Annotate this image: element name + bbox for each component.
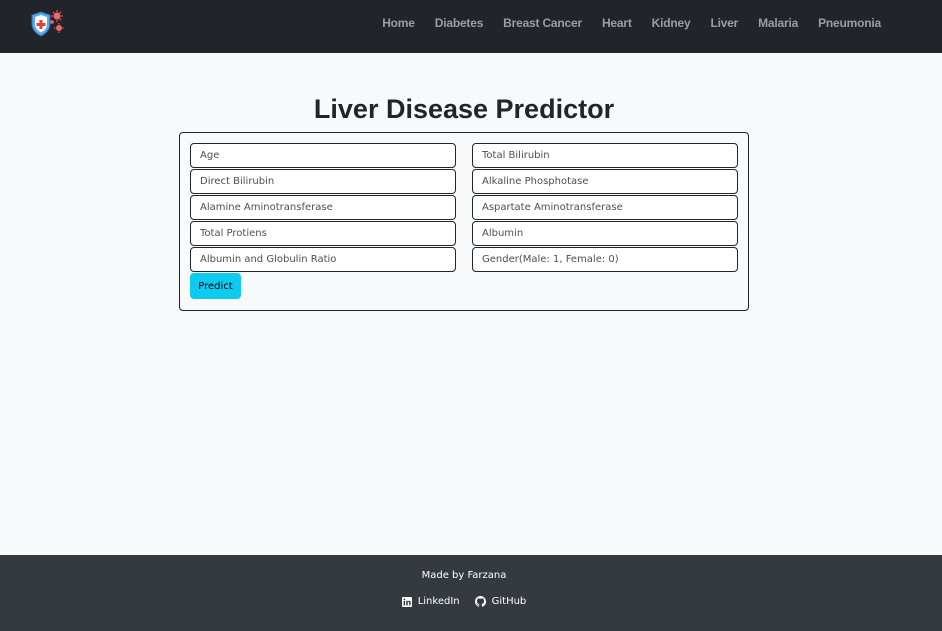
alamine-aminotransferase-input[interactable] [190,195,456,220]
nav-link-diabetes[interactable]: Diabetes [425,16,493,30]
albumin-input[interactable] [472,221,738,246]
nav-link-malaria[interactable]: Malaria [748,16,808,30]
predict-button[interactable]: Predict [190,273,241,299]
alkaline-phosphotase-input[interactable] [472,169,738,194]
navbar: Home Diabetes Breast Cancer Heart Kidney… [0,0,942,53]
linkedin-label: LinkedIn [417,596,460,607]
footer-credit: Made by Farzana [421,570,507,581]
footer-links: LinkedIn GitHub [0,596,928,607]
age-input[interactable] [190,143,456,168]
nav-links: Home Diabetes Breast Cancer Heart Kidney… [372,0,891,46]
nav-link-kidney[interactable]: Kidney [642,16,701,30]
total-protiens-input[interactable] [190,221,456,246]
nav-link-breast-cancer[interactable]: Breast Cancer [493,16,592,30]
github-label: GitHub [491,596,527,607]
albumin-globulin-ratio-input[interactable] [190,247,456,272]
liver-prediction-form: Predict [179,132,749,311]
footer: Made by Farzana LinkedIn GitHub [0,555,942,631]
linkedin-icon [401,596,412,607]
total-bilirubin-input[interactable] [472,143,738,168]
brand-logo[interactable] [28,8,68,40]
aspartate-aminotransferase-input[interactable] [472,195,738,220]
linkedin-link[interactable]: LinkedIn [401,596,460,607]
github-icon [474,596,486,607]
nav-link-pneumonia[interactable]: Pneumonia [808,16,891,30]
nav-link-home[interactable]: Home [372,16,425,30]
direct-bilirubin-input[interactable] [190,169,456,194]
gender-input[interactable] [472,247,738,272]
medical-shield-virus-icon [31,10,64,37]
page-title: Liver Disease Predictor [313,94,615,124]
github-link[interactable]: GitHub [474,596,527,607]
nav-link-heart[interactable]: Heart [592,16,642,30]
nav-link-liver[interactable]: Liver [700,16,748,30]
